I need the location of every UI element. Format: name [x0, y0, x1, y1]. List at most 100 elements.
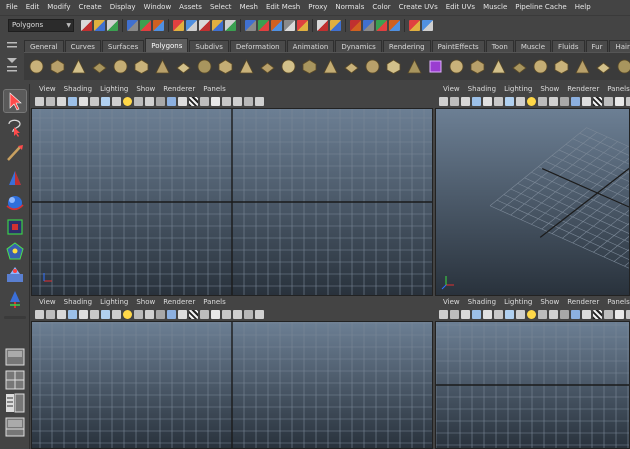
textured-icon[interactable] [189, 310, 198, 319]
field-chart-icon[interactable] [123, 310, 132, 319]
shelf-tab-rendering[interactable]: Rendering [382, 40, 431, 52]
use-lights-icon[interactable] [604, 310, 613, 319]
wireframe-icon[interactable] [560, 97, 569, 106]
panel-menu-lighting[interactable]: Lighting [500, 84, 536, 95]
panel-menu-view[interactable]: View [439, 84, 464, 95]
field-chart-icon[interactable] [527, 310, 536, 319]
booleans-icon[interactable] [322, 58, 339, 75]
safe-action-icon[interactable] [134, 310, 143, 319]
shelf-tab-polygons[interactable]: Polygons [145, 38, 189, 52]
image-plane-icon[interactable] [68, 310, 77, 319]
smooth-shade-icon[interactable] [167, 310, 176, 319]
bookmark-icon[interactable] [57, 97, 66, 106]
menu-modify[interactable]: Modify [43, 0, 74, 15]
snap-grid-icon[interactable] [173, 20, 184, 31]
panel-menu-view[interactable]: View [35, 84, 60, 95]
panel-menu-renderer[interactable]: Renderer [159, 297, 199, 308]
outliner-layout-icon[interactable] [4, 392, 26, 414]
gate-mask-icon[interactable] [112, 310, 121, 319]
panel-menu-show[interactable]: Show [132, 297, 159, 308]
new-scene-icon[interactable] [81, 20, 92, 31]
xray-joints-icon[interactable] [244, 310, 253, 319]
default-light-icon[interactable] [178, 97, 187, 106]
film-gate-icon[interactable] [494, 97, 503, 106]
menu-create-uvs[interactable]: Create UVs [395, 0, 442, 15]
menu-create[interactable]: Create [74, 0, 105, 15]
four-pane-layout-icon[interactable] [4, 369, 26, 391]
shelf-tab-deformation[interactable]: Deformation [229, 40, 286, 52]
ipr-icon[interactable] [363, 20, 374, 31]
render-view-icon[interactable] [350, 20, 361, 31]
grid-icon[interactable] [79, 310, 88, 319]
panel-menu-view[interactable]: View [35, 297, 60, 308]
safe-action-icon[interactable] [538, 310, 547, 319]
use-lights-icon[interactable] [200, 97, 209, 106]
shelf-tab-fluids[interactable]: Fluids [552, 40, 585, 52]
fill-hole-icon[interactable] [385, 58, 402, 75]
smooth-shade-icon[interactable] [571, 310, 580, 319]
bookmark-icon[interactable] [57, 310, 66, 319]
append-icon[interactable] [490, 58, 507, 75]
safe-action-icon[interactable] [538, 97, 547, 106]
resolution-gate-icon[interactable] [505, 97, 514, 106]
shelf-tab-toon[interactable]: Toon [485, 40, 514, 52]
select-component-icon[interactable] [153, 20, 164, 31]
shadows-icon[interactable] [615, 97, 624, 106]
safe-action-icon[interactable] [134, 97, 143, 106]
rotate-tool-icon[interactable] [4, 192, 26, 214]
open-scene-icon[interactable] [94, 20, 105, 31]
shadows-icon[interactable] [615, 310, 624, 319]
make-hole-icon[interactable] [406, 58, 423, 75]
menu-proxy[interactable]: Proxy [304, 0, 331, 15]
save-scene-icon[interactable] [107, 20, 118, 31]
select-hierarchy-icon[interactable] [127, 20, 138, 31]
gate-mask-icon[interactable] [112, 97, 121, 106]
shelf-tab-muscle[interactable]: Muscle [514, 40, 552, 52]
panel-menu-view[interactable]: View [439, 297, 464, 308]
smooth-icon[interactable] [343, 58, 360, 75]
panel-menu-renderer[interactable]: Renderer [563, 297, 603, 308]
cube-purple-icon[interactable] [427, 58, 444, 75]
wireframe-icon[interactable] [156, 310, 165, 319]
menu-display[interactable]: Display [106, 0, 140, 15]
panel-menu-renderer[interactable]: Renderer [563, 84, 603, 95]
xray-icon[interactable] [233, 97, 242, 106]
render-frame-icon[interactable] [258, 20, 269, 31]
use-lights-icon[interactable] [604, 97, 613, 106]
hypershade-icon[interactable] [297, 20, 308, 31]
smooth-shade-icon[interactable] [571, 97, 580, 106]
snap-view-plane-icon[interactable] [212, 20, 223, 31]
poly-cylinder-icon[interactable] [70, 58, 87, 75]
move-tool-icon[interactable] [4, 168, 26, 190]
use-lights-icon[interactable] [200, 310, 209, 319]
magnet-icon-2[interactable] [330, 20, 341, 31]
poly-soccer-icon[interactable] [238, 58, 255, 75]
split-icon[interactable] [511, 58, 528, 75]
isolate-icon[interactable] [626, 97, 630, 106]
shelf-tab-painteffects[interactable]: PaintEffects [431, 40, 485, 52]
shelf-tab-hair[interactable]: Hair [609, 40, 630, 52]
snap-curve-icon[interactable] [186, 20, 197, 31]
lock-icon[interactable] [409, 20, 420, 31]
camera-select-icon[interactable] [439, 97, 448, 106]
show-manipulator-icon[interactable] [4, 288, 26, 310]
collapse-icon[interactable] [616, 58, 630, 75]
resolution-gate-icon[interactable] [101, 310, 110, 319]
poly-plane-icon[interactable] [112, 58, 129, 75]
gate-mask-icon[interactable] [516, 310, 525, 319]
menu-assets[interactable]: Assets [175, 0, 206, 15]
isolate-icon[interactable] [222, 97, 231, 106]
menu-edit[interactable]: Edit [22, 0, 44, 15]
panel-menu-shading[interactable]: Shading [464, 297, 500, 308]
menu-color[interactable]: Color [368, 0, 394, 15]
extrude-icon[interactable] [448, 58, 465, 75]
insert-loop-icon[interactable] [532, 58, 549, 75]
lasso-tool-icon[interactable] [4, 116, 26, 138]
poly-cone-icon[interactable] [91, 58, 108, 75]
grid-icon[interactable] [79, 97, 88, 106]
single-pane-layout-icon[interactable] [4, 346, 26, 368]
persp-graph-layout-icon[interactable] [4, 416, 26, 438]
ipr-render-icon[interactable] [271, 20, 282, 31]
field-chart-icon[interactable] [527, 97, 536, 106]
shelf-tab-animation[interactable]: Animation [286, 40, 335, 52]
